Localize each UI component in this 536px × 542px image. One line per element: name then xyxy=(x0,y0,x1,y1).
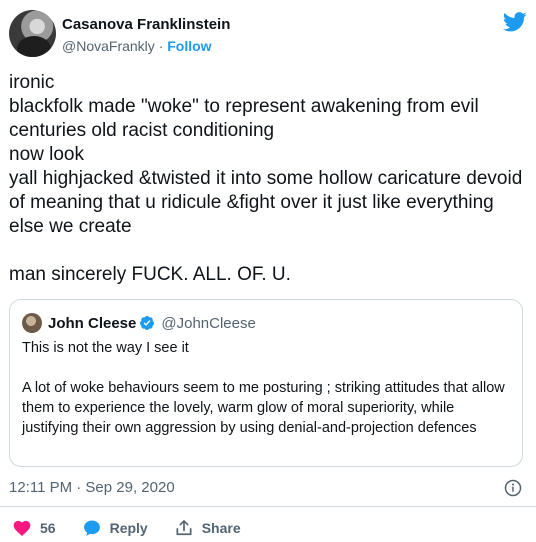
quoted-author-handle: @JohnCleese xyxy=(161,314,256,332)
author-handle-row: @NovaFrankly · Follow xyxy=(62,37,230,55)
like-count: 56 xyxy=(40,520,56,536)
tweet-text: ironic blackfolk made "woke" to represen… xyxy=(9,72,523,285)
info-icon[interactable] xyxy=(504,479,522,497)
reply-button[interactable]: Reply xyxy=(82,518,148,538)
separator-dot: · xyxy=(158,38,164,54)
quoted-author-name: John Cleese xyxy=(48,314,137,332)
reply-bubble-icon xyxy=(83,520,100,536)
like-button[interactable]: 56 xyxy=(12,518,56,538)
quoted-tweet-header: John Cleese @JohnCleese xyxy=(22,313,256,333)
follow-button[interactable]: Follow xyxy=(167,38,211,54)
share-icon xyxy=(176,520,192,536)
twitter-bird-icon[interactable] xyxy=(503,12,527,32)
author-handle[interactable]: @NovaFrankly xyxy=(62,38,155,54)
quoted-tweet-text: This is not the way I see it A lot of wo… xyxy=(22,340,505,436)
heart-icon xyxy=(13,520,31,536)
quoted-author-avatar xyxy=(22,313,42,333)
quoted-tweet[interactable]: John Cleese @JohnCleese This is not the … xyxy=(9,299,523,467)
reply-label: Reply xyxy=(109,520,148,536)
share-button[interactable]: Share xyxy=(174,518,241,538)
verified-badge-icon xyxy=(140,316,155,330)
divider xyxy=(0,506,536,507)
tweet-header: Casanova Franklinstein @NovaFrankly · Fo… xyxy=(9,10,527,60)
author-display-name[interactable]: Casanova Franklinstein xyxy=(62,16,230,34)
author-info: Casanova Franklinstein @NovaFrankly · Fo… xyxy=(62,16,230,55)
tweet-actions: 56 Reply Share xyxy=(12,517,267,539)
tweet-timestamp[interactable]: 12:11 PM · Sep 29, 2020 xyxy=(9,479,175,496)
author-avatar[interactable] xyxy=(9,10,56,57)
share-label: Share xyxy=(201,520,241,536)
